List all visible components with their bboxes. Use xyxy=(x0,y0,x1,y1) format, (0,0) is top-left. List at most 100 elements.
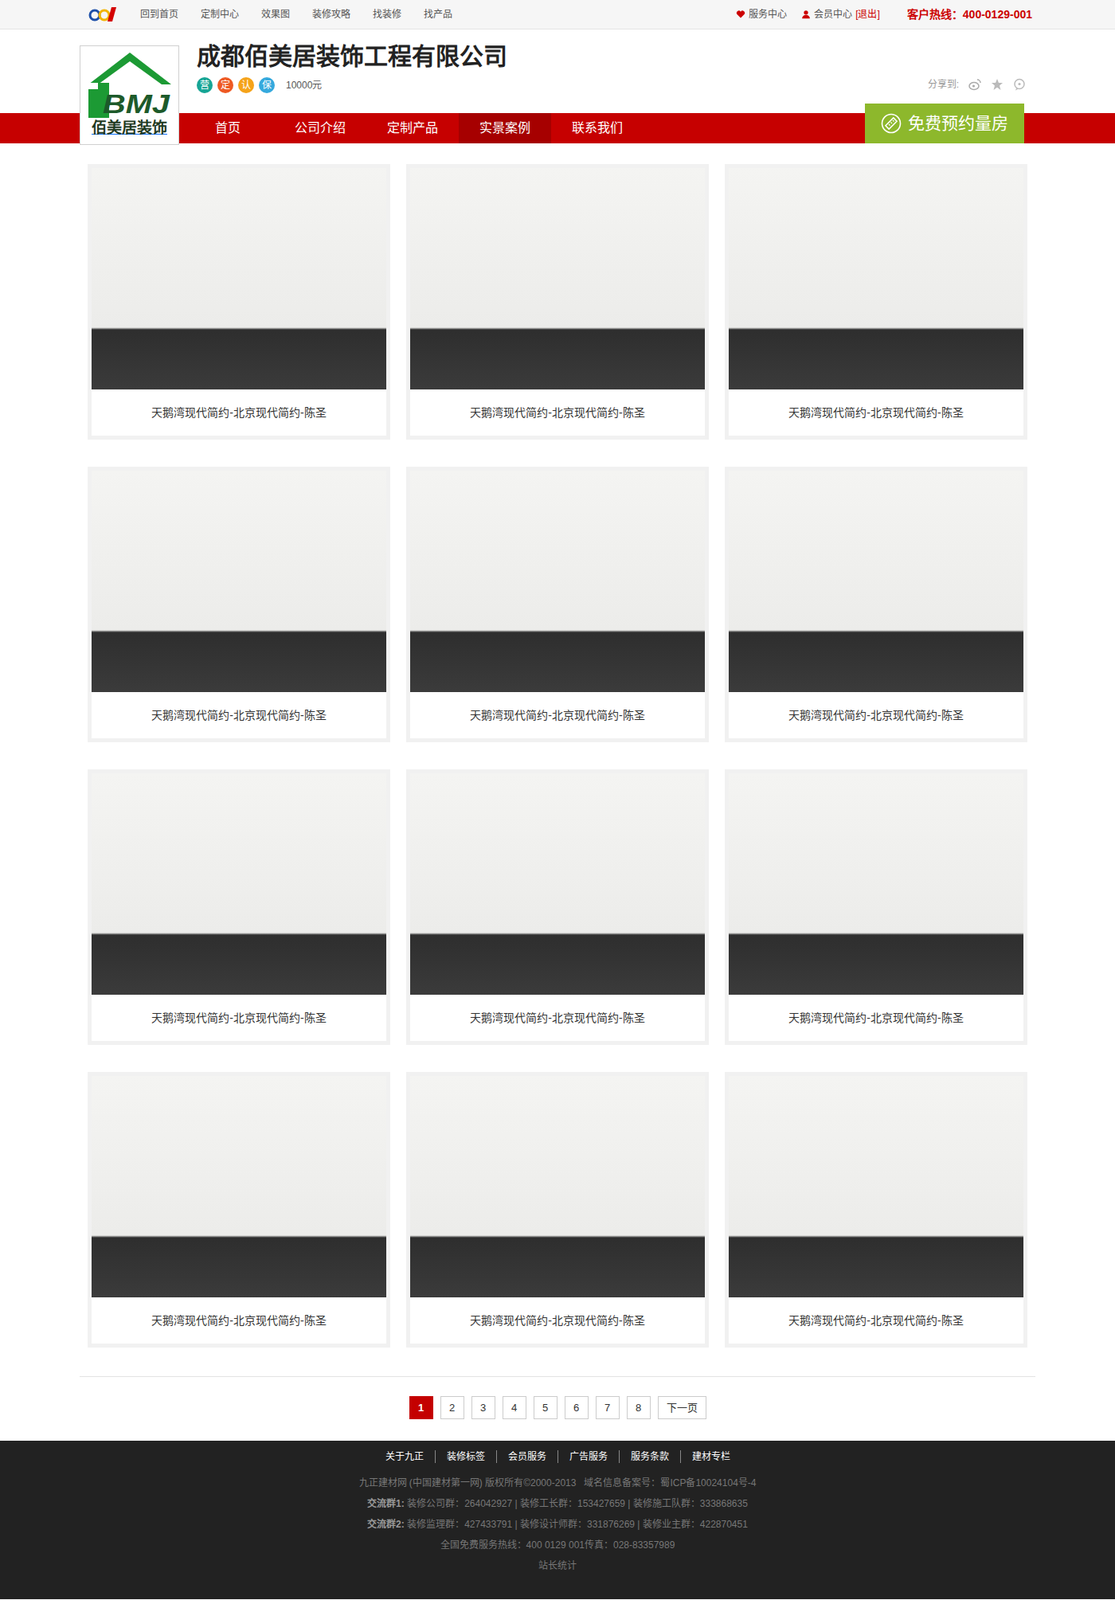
case-title[interactable]: 天鹅湾现代简约-北京现代简约-陈圣 xyxy=(410,389,705,436)
top-link[interactable]: 装修攻略 xyxy=(312,7,351,22)
top-link[interactable]: 定制中心 xyxy=(200,7,239,22)
case-title[interactable]: 天鹅湾现代简约-北京现代简约-陈圣 xyxy=(410,994,705,1041)
header: BMJ佰美居装饰成都佰美居装饰工程有限公司营定认保10000元分享到:首页公司介… xyxy=(0,29,1115,144)
header-inner: BMJ佰美居装饰成都佰美居装饰工程有限公司营定认保10000元分享到: xyxy=(79,29,1036,114)
page-button[interactable]: 3 xyxy=(471,1396,496,1420)
case-card[interactable]: 天鹅湾现代简约-北京现代简约-陈圣 xyxy=(406,164,709,440)
star-icon[interactable] xyxy=(990,78,1004,91)
user-icon xyxy=(801,9,811,20)
service-center-link[interactable]: 服务中心 xyxy=(735,7,787,22)
top-link[interactable]: 找产品 xyxy=(423,7,453,22)
footer-link[interactable]: 广告服务 xyxy=(557,1450,619,1464)
case-title[interactable]: 天鹅湾现代简约-北京现代简约-陈圣 xyxy=(728,692,1024,739)
chat-group-line: 交流群2: 装修监理群：427433791 | 装修设计师群：331876269… xyxy=(0,1514,1115,1535)
case-title[interactable]: 天鹅湾现代简约-北京现代简约-陈圣 xyxy=(91,389,387,436)
case-card[interactable]: 天鹅湾现代简约-北京现代简约-陈圣 xyxy=(87,466,391,743)
footer-link[interactable]: 装修标签 xyxy=(434,1450,497,1464)
logout-link[interactable]: [退出] xyxy=(855,7,881,22)
case-title[interactable]: 天鹅湾现代简约-北京现代简约-陈圣 xyxy=(728,1297,1024,1344)
case-card-body: 天鹅湾现代简约-北京现代简约-陈圣 xyxy=(91,470,387,739)
cert-badge[interactable]: 营 xyxy=(196,77,213,94)
case-photo[interactable] xyxy=(91,168,387,390)
case-title[interactable]: 天鹅湾现代简约-北京现代简约-陈圣 xyxy=(91,994,387,1041)
case-grid: 天鹅湾现代简约-北京现代简约-陈圣天鹅湾现代简约-北京现代简约-陈圣天鹅湾现代简… xyxy=(79,143,1036,1348)
case-card[interactable]: 天鹅湾现代简约-北京现代简约-陈圣 xyxy=(406,466,709,743)
case-card[interactable]: 天鹅湾现代简约-北京现代简约-陈圣 xyxy=(87,164,391,440)
free-measure-label: 免费预约量房 xyxy=(907,110,1009,137)
case-card[interactable]: 天鹅湾现代简约-北京现代简约-陈圣 xyxy=(724,1071,1028,1348)
page-button[interactable]: 5 xyxy=(533,1396,558,1420)
case-photo[interactable] xyxy=(728,773,1024,995)
footer-link[interactable]: 服务条款 xyxy=(618,1450,681,1464)
divider xyxy=(79,1376,1036,1378)
footer-link[interactable]: 会员服务 xyxy=(496,1450,558,1464)
case-card[interactable]: 天鹅湾现代简约-北京现代简约-陈圣 xyxy=(406,1071,709,1348)
case-card[interactable]: 天鹅湾现代简约-北京现代简约-陈圣 xyxy=(87,1071,391,1348)
case-photo[interactable] xyxy=(728,470,1024,693)
case-card-body: 天鹅湾现代简约-北京现代简约-陈圣 xyxy=(91,168,387,436)
site-stats-link[interactable]: 站长统计 xyxy=(0,1555,1115,1577)
nav-item[interactable]: 定制产品 xyxy=(366,113,459,144)
case-card-body: 天鹅湾现代简约-北京现代简约-陈圣 xyxy=(91,1075,387,1344)
case-photo[interactable] xyxy=(91,1075,387,1298)
case-card-body: 天鹅湾现代简约-北京现代简约-陈圣 xyxy=(410,1075,705,1344)
cert-badge[interactable]: 保 xyxy=(258,77,275,94)
deposit-amount: 10000元 xyxy=(285,78,322,93)
case-photo[interactable] xyxy=(91,773,387,995)
case-title[interactable]: 天鹅湾现代简约-北京现代简约-陈圣 xyxy=(728,389,1024,436)
case-photo[interactable] xyxy=(91,470,387,693)
pagination: 12345678下一页 xyxy=(79,1377,1036,1441)
case-card[interactable]: 天鹅湾现代简约-北京现代简约-陈圣 xyxy=(724,769,1028,1045)
case-photo[interactable] xyxy=(728,1075,1024,1298)
case-card-body: 天鹅湾现代简约-北京现代简约-陈圣 xyxy=(410,773,705,1041)
page-button[interactable]: 2 xyxy=(440,1396,465,1420)
main-nav-inner: 首页公司介绍定制产品实景案例联系我们 免费预约量房 xyxy=(79,113,1036,144)
case-title[interactable]: 天鹅湾现代简约-北京现代简约-陈圣 xyxy=(91,1297,387,1344)
top-link[interactable]: 效果图 xyxy=(261,7,290,22)
cert-badge[interactable]: 定 xyxy=(217,77,234,94)
case-photo[interactable] xyxy=(728,168,1024,390)
footer: 关于九正装修标签会员服务广告服务服务条款建材专栏九正建材网 (中国建材第一网) … xyxy=(0,1440,1115,1600)
company-name: 成都佰美居装饰工程有限公司 xyxy=(196,29,1036,71)
case-card-body: 天鹅湾现代简约-北京现代简约-陈圣 xyxy=(728,773,1024,1041)
case-card-body: 天鹅湾现代简约-北京现代简约-陈圣 xyxy=(91,773,387,1041)
case-card[interactable]: 天鹅湾现代简约-北京现代简约-陈圣 xyxy=(724,466,1028,743)
top-link[interactable]: 找装修 xyxy=(372,7,402,22)
cert-badge[interactable]: 认 xyxy=(238,77,255,94)
top-link[interactable]: 回到首页 xyxy=(140,7,179,22)
nav-item[interactable]: 公司介绍 xyxy=(273,113,367,144)
page-button[interactable]: 4 xyxy=(502,1396,527,1420)
nav-item[interactable]: 首页 xyxy=(181,113,274,144)
site-logo-icon[interactable] xyxy=(87,5,118,24)
weibo-icon[interactable] xyxy=(968,78,982,91)
chat-group-text: 装修监理群：427433791 | 装修设计师群：331876269 | 装修业… xyxy=(406,1518,748,1530)
page-button[interactable]: 1 xyxy=(409,1396,434,1420)
chat-icon[interactable] xyxy=(1013,78,1026,91)
page-button[interactable]: 7 xyxy=(595,1396,620,1420)
chat-group-label: 交流群2: xyxy=(367,1518,405,1530)
case-photo[interactable] xyxy=(410,470,705,693)
house-logo-icon: BMJ xyxy=(85,49,175,120)
case-title[interactable]: 天鹅湾现代简约-北京现代简约-陈圣 xyxy=(410,1297,705,1344)
case-title[interactable]: 天鹅湾现代简约-北京现代简约-陈圣 xyxy=(91,692,387,739)
case-photo[interactable] xyxy=(410,773,705,995)
next-page-button[interactable]: 下一页 xyxy=(657,1396,707,1420)
case-title[interactable]: 天鹅湾现代简约-北京现代简约-陈圣 xyxy=(728,994,1024,1041)
case-card[interactable]: 天鹅湾现代简约-北京现代简约-陈圣 xyxy=(87,769,391,1045)
page-button[interactable]: 8 xyxy=(626,1396,651,1420)
member-center-link[interactable]: 会员中心 xyxy=(813,7,853,22)
company-logo[interactable]: BMJ佰美居装饰 xyxy=(79,45,180,145)
top-bar: 回到首页定制中心效果图装修攻略找装修找产品服务中心会员中心[退出]客户热线：40… xyxy=(0,0,1115,30)
case-card[interactable]: 天鹅湾现代简约-北京现代简约-陈圣 xyxy=(724,164,1028,440)
page-button[interactable]: 6 xyxy=(564,1396,589,1420)
free-measure-button[interactable]: 免费预约量房 xyxy=(864,103,1025,144)
nav-item[interactable]: 实景案例 xyxy=(458,113,552,144)
case-card-body: 天鹅湾现代简约-北京现代简约-陈圣 xyxy=(410,470,705,739)
footer-link[interactable]: 建材专栏 xyxy=(680,1450,742,1464)
case-card[interactable]: 天鹅湾现代简约-北京现代简约-陈圣 xyxy=(406,769,709,1045)
case-title[interactable]: 天鹅湾现代简约-北京现代简约-陈圣 xyxy=(410,692,705,739)
case-photo[interactable] xyxy=(410,1075,705,1298)
case-photo[interactable] xyxy=(410,168,705,390)
nav-item[interactable]: 联系我们 xyxy=(551,113,644,144)
footer-link[interactable]: 关于九正 xyxy=(374,1450,435,1464)
